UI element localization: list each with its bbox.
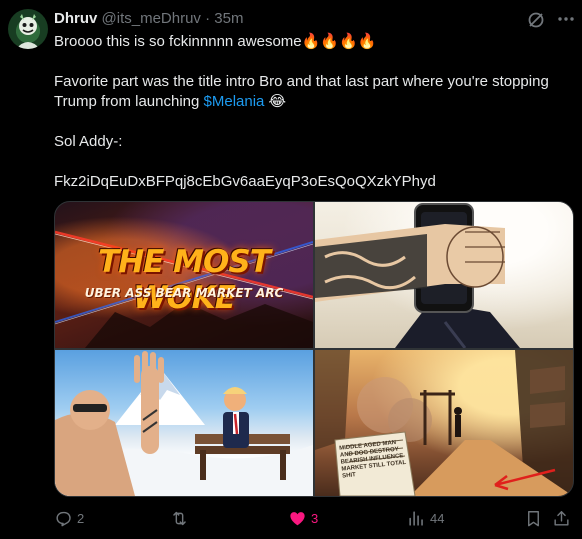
- more-icon[interactable]: [556, 9, 576, 29]
- action-bar: 2 3 44: [54, 505, 574, 531]
- newspaper-headline: MIDDLE AGED MAN AND DOG DESTROY BEARISH …: [338, 439, 407, 480]
- tweet-header: Dhruv @its_meDhruv · 35m: [54, 9, 542, 29]
- reply-icon: [56, 511, 71, 526]
- title-card-heading: THE MOST WOKE: [98, 244, 271, 316]
- tweet-line: Sol Addy-:: [54, 133, 123, 150]
- phone-arm-art: [315, 203, 520, 348]
- views-count: 44: [430, 510, 445, 526]
- tweet-text-segment: Trump from launching: [54, 93, 204, 110]
- reply-button[interactable]: 2: [54, 505, 84, 531]
- media-image-snow-scene[interactable]: [55, 350, 313, 496]
- tweet-text: Broooo this is so fckinnnnn awesome🔥🔥🔥🔥 …: [54, 32, 574, 192]
- separator-dot: ·: [205, 10, 211, 27]
- media-image-title-card[interactable]: THE MOST WOKE UBER ASS BEAR MARKET ARC: [55, 202, 313, 348]
- heart-filled-icon: [290, 511, 305, 525]
- media-image-phone-arm[interactable]: [315, 202, 573, 348]
- like-button[interactable]: 3: [288, 505, 318, 531]
- tweet-text-segment: 😂: [264, 93, 287, 110]
- tweet-line: Broooo this is so fckinnnnn awesome🔥🔥🔥🔥: [54, 33, 377, 50]
- repost-button[interactable]: [170, 505, 193, 531]
- wallet-address: Fkz2iDqEuDxBFPqj8cEbGv6aaEyqP3oEsQoQXzkY…: [54, 173, 436, 190]
- tweet-line: Favorite part was the title intro Bro an…: [54, 73, 549, 90]
- views-icon: [409, 510, 423, 526]
- share-button[interactable]: [552, 505, 571, 531]
- bookmark-button[interactable]: [524, 505, 543, 531]
- avatar-character-icon: [16, 14, 40, 49]
- author-name[interactable]: Dhruv: [54, 10, 97, 27]
- title-card-subheading: UBER ASS BEAR MARKET ARC: [84, 286, 284, 300]
- bookmark-icon: [528, 510, 539, 526]
- repost-icon: [173, 511, 186, 525]
- tweet-line: Trump from launching $Melania 😂: [54, 92, 574, 112]
- reply-count: 2: [77, 510, 85, 526]
- share-icon: [554, 510, 569, 526]
- author-handle[interactable]: @its_meDhruv: [102, 10, 201, 27]
- grok-icon[interactable]: [526, 10, 546, 30]
- like-count: 3: [311, 510, 319, 526]
- timestamp[interactable]: 35m: [214, 10, 243, 27]
- avatar[interactable]: [8, 9, 48, 49]
- cashtag-link[interactable]: $Melania: [204, 93, 265, 110]
- media-grid: THE MOST WOKE UBER ASS BEAR MARKET ARC M…: [54, 201, 574, 497]
- media-image-sunset-street[interactable]: MIDDLE AGED MAN AND DOG DESTROY BEARISH …: [315, 350, 573, 496]
- snow-scene-art: [55, 351, 313, 496]
- views-button[interactable]: 44: [407, 505, 444, 531]
